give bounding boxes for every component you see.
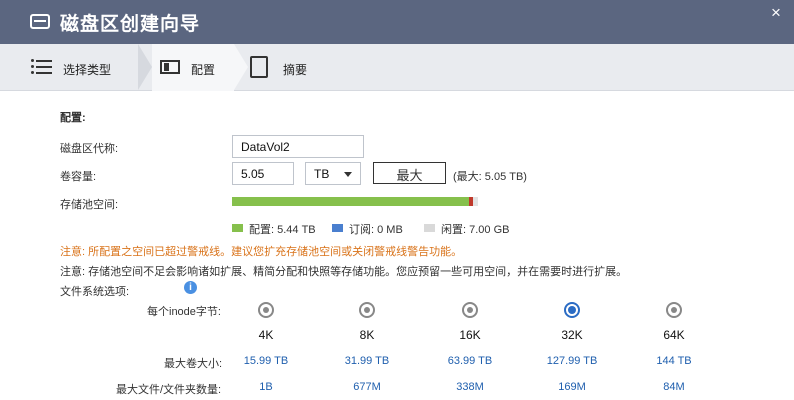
max-files-value: 169M xyxy=(558,381,586,393)
unit-select-value: TB xyxy=(314,167,330,181)
capacity-label: 卷容量: xyxy=(60,171,97,183)
step-config: 配置 xyxy=(152,44,234,91)
inode-radio-8k[interactable] xyxy=(359,302,375,318)
inode-size-label: 8K xyxy=(359,328,375,342)
max-volume-value: 144 TB xyxy=(656,355,692,367)
pool-usage-marker xyxy=(469,197,474,206)
max-files-value: 1B xyxy=(259,381,273,393)
max-volume-value: 15.99 TB xyxy=(243,355,289,367)
inode-bytes-header: 每个inode字节: xyxy=(147,306,221,318)
inode-radio-64k[interactable] xyxy=(666,302,682,318)
max-button[interactable]: 最大 xyxy=(373,162,446,184)
max-files-value: 84M xyxy=(663,381,685,393)
max-capacity-note: (最大: 5.05 TB) xyxy=(453,171,527,183)
title-bar: 磁盘区创建向导 × xyxy=(0,0,794,44)
pool-space-label: 存储池空间: xyxy=(60,199,119,211)
config-icon xyxy=(160,60,180,74)
inode-size-label: 64K xyxy=(663,328,685,342)
step-label: 选择类型 xyxy=(63,63,112,77)
chevron-down-icon xyxy=(344,172,352,177)
legend-free: 闲置: 7.00 GB xyxy=(441,224,510,236)
window-title: 磁盘区创建向导 xyxy=(60,14,201,35)
pool-usage-bar xyxy=(232,197,478,206)
max-volume-value: 127.99 TB xyxy=(546,355,598,367)
max-files-value: 677M xyxy=(353,381,381,393)
max-files-header: 最大文件/文件夹数量: xyxy=(116,384,222,396)
inode-radio-4k[interactable] xyxy=(258,302,274,318)
inode-size-label: 4K xyxy=(258,328,274,342)
pool-usage-fill xyxy=(232,197,474,206)
max-volume-value: 31.99 TB xyxy=(344,355,390,367)
close-icon[interactable]: × xyxy=(771,3,781,23)
list-icon xyxy=(31,59,52,78)
inode-size-label: 32K xyxy=(561,328,583,342)
summary-icon xyxy=(250,56,268,78)
legend-swatch-free xyxy=(424,224,435,232)
capacity-input[interactable] xyxy=(232,162,294,185)
step-summary: 摘要 xyxy=(248,44,368,91)
warning-text: 注意: 所配置之空间已超过警戒线。建议您扩充存储池空间或关闭警戒线警告功能。 xyxy=(60,246,463,258)
legend-configured: 配置: 5.44 TB xyxy=(249,224,316,236)
disk-icon xyxy=(30,14,50,29)
legend-subscribed: 订阅: 0 MB xyxy=(349,224,403,236)
info-icon[interactable]: i xyxy=(184,281,197,294)
step-label: 摘要 xyxy=(283,63,308,77)
max-volume-header: 最大卷大小: xyxy=(164,358,223,370)
notice-text: 注意: 存储池空间不足会影响诸如扩展、精简分配和快照等存储功能。您应预留一些可用… xyxy=(60,266,628,278)
unit-select[interactable]: TB xyxy=(305,162,361,185)
inode-size-label: 16K xyxy=(459,328,481,342)
max-volume-value: 63.99 TB xyxy=(447,355,493,367)
config-panel: 配置: 磁盘区代称: 卷容量: TB 最大 (最大: 5.05 TB) 存储池空… xyxy=(0,91,794,400)
inode-radio-16k[interactable] xyxy=(462,302,478,318)
wizard-steps: 选择类型 配置 摘要 xyxy=(0,44,794,91)
step-separator xyxy=(138,44,152,90)
inode-radio-32k[interactable] xyxy=(564,302,580,318)
legend-swatch-subscribed xyxy=(332,224,343,232)
step-separator xyxy=(234,44,248,90)
max-files-value: 338M xyxy=(456,381,484,393)
step-label: 配置 xyxy=(191,63,216,77)
section-title: 配置: xyxy=(60,112,86,124)
fs-options-label: 文件系统选项: xyxy=(60,286,130,298)
step-select-type: 选择类型 xyxy=(0,44,138,91)
alias-input[interactable] xyxy=(232,135,364,158)
legend-swatch-configured xyxy=(232,224,243,232)
alias-label: 磁盘区代称: xyxy=(60,143,119,155)
